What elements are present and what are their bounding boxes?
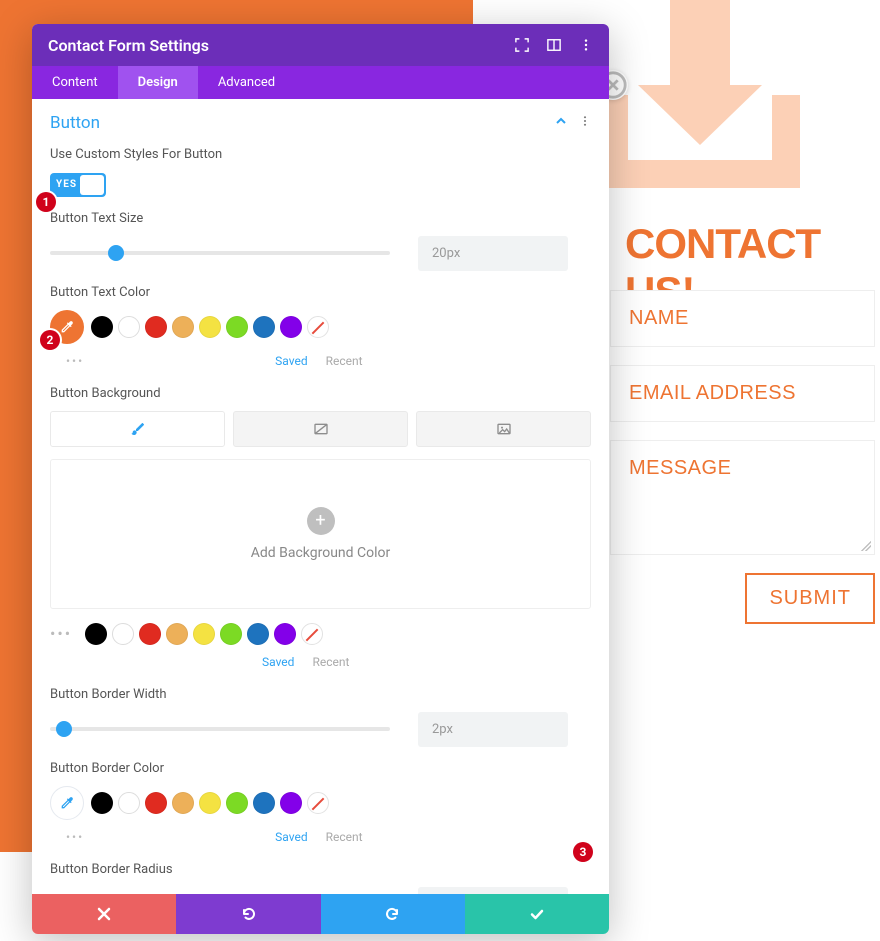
- saved-swatches-tab[interactable]: Saved: [275, 830, 307, 844]
- submit-button[interactable]: SUBMIT: [745, 573, 875, 624]
- label-text-size: Button Text Size: [50, 211, 591, 226]
- swatch-purple[interactable]: [274, 623, 296, 645]
- collapse-icon[interactable]: [555, 115, 567, 131]
- redo-button[interactable]: [321, 894, 465, 934]
- swatch-white[interactable]: [112, 623, 134, 645]
- email-field[interactable]: EMAIL ADDRESS: [610, 365, 875, 422]
- swatch-yellow[interactable]: [193, 623, 215, 645]
- tab-advanced[interactable]: Advanced: [198, 66, 295, 99]
- undo-button[interactable]: [176, 894, 320, 934]
- swatch-white[interactable]: [118, 316, 140, 338]
- swatch-red[interactable]: [139, 623, 161, 645]
- kebab-menu-icon[interactable]: [579, 38, 593, 52]
- swatch-none[interactable]: [307, 792, 329, 814]
- swatch-none[interactable]: [301, 623, 323, 645]
- modal-tabs: Content Design Advanced: [32, 66, 609, 99]
- swatch-black[interactable]: [91, 792, 113, 814]
- bg-tab-color[interactable]: [50, 411, 225, 447]
- message-field[interactable]: MESSAGE: [610, 440, 875, 555]
- label-border-radius: Button Border Radius: [50, 862, 591, 877]
- expand-icon[interactable]: [515, 38, 529, 52]
- swatch-amber[interactable]: [166, 623, 188, 645]
- columns-icon[interactable]: [547, 38, 561, 52]
- tab-content[interactable]: Content: [32, 66, 118, 99]
- swatch-purple[interactable]: [280, 792, 302, 814]
- section-title: Button: [50, 113, 100, 133]
- label-text-color: Button Text Color: [50, 285, 591, 300]
- swatch-blue[interactable]: [253, 792, 275, 814]
- cancel-button[interactable]: [32, 894, 176, 934]
- border-radius-value[interactable]: [418, 887, 568, 895]
- annotation-badge-2: 2: [40, 330, 60, 350]
- panel-body: Button Use Custom Styles For Button YES …: [32, 99, 609, 894]
- swatch-green[interactable]: [226, 792, 248, 814]
- more-swatches-icon[interactable]: •••: [66, 830, 84, 844]
- swatch-red[interactable]: [145, 316, 167, 338]
- swatch-purple[interactable]: [280, 316, 302, 338]
- swatch-green[interactable]: [220, 623, 242, 645]
- swatch-red[interactable]: [145, 792, 167, 814]
- modal-title: Contact Form Settings: [48, 36, 209, 55]
- border-width-slider[interactable]: [50, 727, 390, 731]
- swatch-blue[interactable]: [253, 316, 275, 338]
- more-swatches-icon[interactable]: •••: [50, 624, 72, 643]
- modal-header: Contact Form Settings: [32, 24, 609, 66]
- settings-modal: Contact Form Settings Content Design Adv…: [32, 24, 609, 934]
- save-button[interactable]: [465, 894, 609, 934]
- annotation-badge-1: 1: [36, 192, 56, 212]
- eyedropper-button[interactable]: [50, 786, 84, 820]
- add-bg-button[interactable]: +: [307, 507, 335, 535]
- recent-swatches-tab[interactable]: Recent: [326, 830, 363, 844]
- swatch-yellow[interactable]: [199, 792, 221, 814]
- bg-tab-image[interactable]: [416, 411, 591, 447]
- swatch-black[interactable]: [85, 623, 107, 645]
- saved-swatches-tab[interactable]: Saved: [275, 354, 307, 368]
- toggle-yes-text: YES: [56, 179, 77, 190]
- name-field[interactable]: NAME: [610, 290, 875, 347]
- swatch-amber[interactable]: [172, 316, 194, 338]
- recent-swatches-tab[interactable]: Recent: [326, 354, 363, 368]
- custom-styles-toggle[interactable]: YES: [50, 173, 106, 197]
- text-size-slider[interactable]: [50, 251, 390, 255]
- swatch-amber[interactable]: [172, 792, 194, 814]
- border-width-value[interactable]: [418, 712, 568, 747]
- recent-swatches-tab[interactable]: Recent: [312, 655, 349, 669]
- annotation-badge-3: 3: [573, 842, 593, 862]
- more-swatches-icon[interactable]: •••: [66, 354, 84, 368]
- bg-dropzone[interactable]: + Add Background Color: [50, 459, 591, 609]
- text-size-value[interactable]: [418, 236, 568, 271]
- swatch-black[interactable]: [91, 316, 113, 338]
- modal-footer: [32, 894, 609, 934]
- label-background: Button Background: [50, 386, 591, 401]
- swatch-white[interactable]: [118, 792, 140, 814]
- label-custom-styles: Use Custom Styles For Button: [50, 147, 591, 162]
- tab-design[interactable]: Design: [118, 66, 198, 99]
- swatch-yellow[interactable]: [199, 316, 221, 338]
- swatch-none[interactable]: [307, 316, 329, 338]
- contact-form: NAME EMAIL ADDRESS MESSAGE SUBMIT: [610, 290, 875, 624]
- swatch-green[interactable]: [226, 316, 248, 338]
- saved-swatches-tab[interactable]: Saved: [262, 655, 294, 669]
- label-border-color: Button Border Color: [50, 761, 591, 776]
- bg-tab-gradient[interactable]: [233, 411, 408, 447]
- label-border-width: Button Border Width: [50, 687, 591, 702]
- add-bg-label: Add Background Color: [251, 545, 391, 561]
- download-arrow-graphic: [600, 0, 800, 190]
- section-header-button[interactable]: Button: [32, 99, 609, 139]
- section-menu-icon[interactable]: [579, 115, 591, 131]
- swatch-blue[interactable]: [247, 623, 269, 645]
